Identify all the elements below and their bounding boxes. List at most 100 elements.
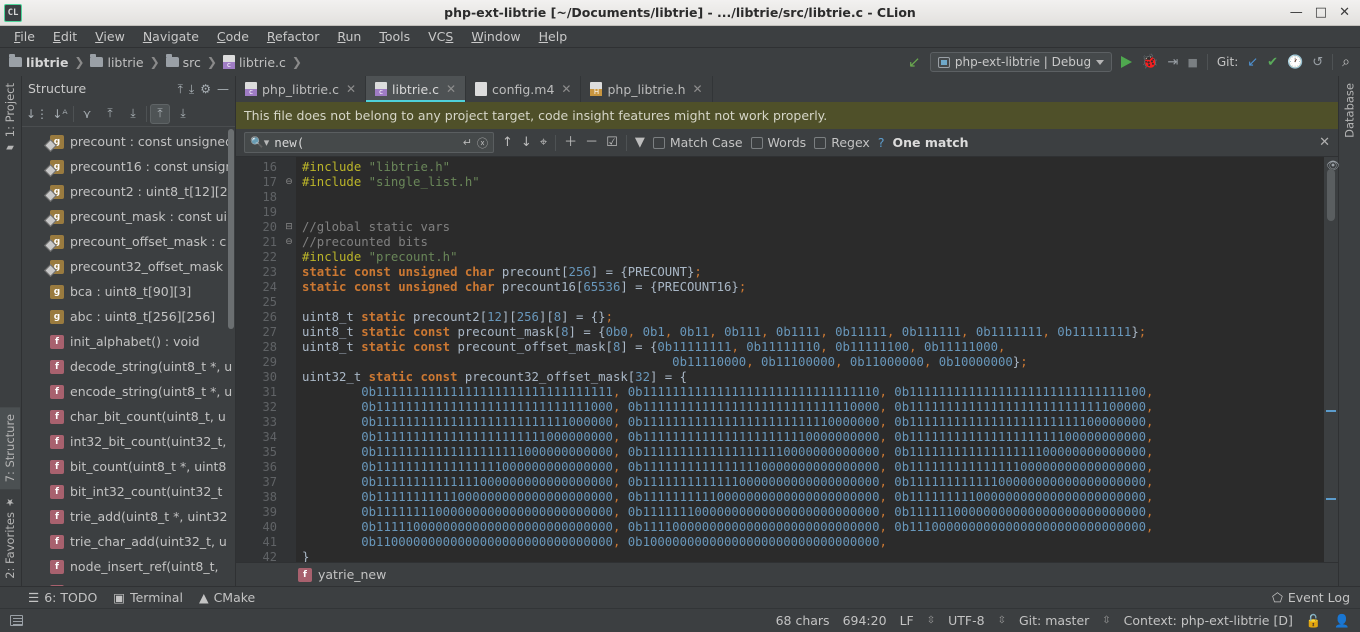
breadcrumb-item-2[interactable]: src	[163, 54, 204, 71]
select-all-icon[interactable]: ☑	[606, 136, 618, 149]
editor-tab-config-m4[interactable]: config.m4 ✕	[466, 76, 582, 102]
menu-item-refactor[interactable]: Refactor	[259, 27, 327, 46]
find-previous-icon[interactable]: ↑	[502, 136, 513, 149]
status-caret-position[interactable]: 694:20	[843, 613, 887, 628]
settings-gear-icon[interactable]: ⚙	[200, 83, 211, 95]
sort-by-visibility-icon[interactable]: ↓⋮	[26, 104, 48, 124]
editor-tab-php-libtrie-h[interactable]: php_libtrie.h ✕	[581, 76, 713, 102]
filter-icon[interactable]: ▼	[635, 136, 645, 149]
regex-help-icon[interactable]: ?	[878, 135, 885, 150]
status-encoding[interactable]: UTF-8	[948, 613, 984, 628]
structure-item[interactable]: f trie_add(uint8_t *, uint32	[22, 504, 235, 529]
vcs-history-icon[interactable]: 🕐	[1287, 56, 1303, 69]
match-case-checkbox[interactable]: Match Case	[652, 135, 743, 150]
structure-item[interactable]: f char_bit_count(uint8_t, u	[22, 404, 235, 429]
breadcrumb-item-1[interactable]: libtrie	[87, 54, 146, 71]
run-configuration-selector[interactable]: php-ext-libtrie | Debug	[929, 52, 1113, 72]
search-dropdown-icon[interactable]: 🔍▾	[250, 136, 269, 149]
structure-item[interactable]: g precount32_offset_mask	[22, 254, 235, 279]
sidebar-item-structure[interactable]: 7: Structure	[0, 406, 20, 490]
maximize-button[interactable]: □	[1315, 6, 1327, 19]
structure-item[interactable]: g precount : const unsigned	[22, 129, 235, 154]
structure-item[interactable]: f node_insert_ref(uint8_t,	[22, 554, 235, 579]
structure-scrollbar[interactable]	[228, 129, 234, 329]
back-arrow-icon[interactable]: ↘	[908, 53, 921, 71]
structure-item[interactable]: g precount_offset_mask : c	[22, 229, 235, 254]
structure-item[interactable]: g precount16 : const unsign	[22, 154, 235, 179]
menu-item-tools[interactable]: Tools	[371, 27, 418, 46]
structure-item[interactable]: g abc : uint8_t[256][256]	[22, 304, 235, 329]
vcs-commit-icon[interactable]: ✔	[1267, 56, 1278, 69]
status-git-branch[interactable]: Git: master	[1019, 613, 1089, 628]
structure-item[interactable]: f init_alphabet() : void	[22, 329, 235, 354]
fold-toggle-icon[interactable]: ⊖	[282, 175, 296, 190]
structure-list[interactable]: g precount : const unsigned g precount16 : …	[22, 127, 235, 586]
close-icon[interactable]: ✕	[446, 82, 456, 96]
menu-item-navigate[interactable]: Navigate	[135, 27, 207, 46]
hide-icon[interactable]: —	[217, 83, 229, 95]
expand-all-icon[interactable]: ⤒	[100, 104, 120, 124]
editor-scrollbar[interactable]: 👁	[1324, 157, 1340, 562]
group-icon[interactable]: ⋎	[77, 104, 97, 124]
regex-checkbox[interactable]: Regex	[814, 135, 870, 150]
autoscroll-from-source-icon[interactable]: ⤓	[173, 104, 193, 124]
menu-item-run[interactable]: Run	[329, 27, 369, 46]
menu-item-view[interactable]: View	[87, 27, 133, 46]
structure-item[interactable]: f node_get_children(childr	[22, 579, 235, 586]
close-icon[interactable]: ✕	[561, 82, 571, 96]
structure-item[interactable]: f decode_string(uint8_t *, u	[22, 354, 235, 379]
collapse-all-icon[interactable]: ⤓	[123, 104, 143, 124]
collapse-all-icon[interactable]: ⤓	[189, 83, 194, 95]
status-line-separator[interactable]: LF	[900, 613, 914, 628]
close-icon[interactable]: ✕	[1319, 135, 1330, 150]
tool-button-todo[interactable]: ☰ 6: TODO	[28, 590, 97, 605]
lock-icon[interactable]: 🔓	[1306, 613, 1322, 629]
structure-item[interactable]: g precount2 : uint8_t[12][2	[22, 179, 235, 204]
menu-item-help[interactable]: Help	[531, 27, 576, 46]
clear-icon[interactable]: ⓧ	[477, 135, 488, 151]
tool-button-terminal[interactable]: ▣ Terminal	[113, 590, 183, 605]
menu-item-edit[interactable]: Edit	[45, 27, 85, 46]
fold-toggle-icon[interactable]: ⊟	[282, 220, 296, 235]
structure-item[interactable]: g bca : uint8_t[90][3]	[22, 279, 235, 304]
attach-debugger-icon[interactable]: ⇥	[1168, 56, 1179, 69]
vcs-update-icon[interactable]: ↙	[1247, 56, 1258, 69]
code-editor[interactable]: 16 17 18 19 20 21 22 23 24 25 26 27 28 29 30 31 32 33 34 35…	[236, 157, 1340, 564]
stop-icon[interactable]: ■	[1187, 57, 1197, 68]
menu-item-code[interactable]: Code	[209, 27, 257, 46]
sidebar-item-favorites[interactable]: 2: Favorites ★	[0, 489, 20, 586]
scrollbar-thumb[interactable]	[1327, 169, 1335, 221]
remove-selection-icon[interactable]: －	[585, 136, 598, 149]
fold-toggle-icon[interactable]: ⊖	[282, 235, 296, 250]
tool-button-cmake[interactable]: ▲ CMake	[199, 590, 255, 605]
inspection-level-icon[interactable]: 👤	[1334, 613, 1350, 629]
menu-item-window[interactable]: Window	[463, 27, 528, 46]
structure-item[interactable]: g precount_mask : const ui	[22, 204, 235, 229]
expand-all-icon[interactable]: ⤒	[178, 83, 183, 95]
structure-item[interactable]: f bit_int32_count(uint32_t	[22, 479, 235, 504]
close-icon[interactable]: ✕	[346, 82, 356, 96]
editor-tab-php-libtrie-c[interactable]: php_libtrie.c ✕	[236, 76, 367, 102]
structure-item[interactable]: f encode_string(uint8_t *, u	[22, 379, 235, 404]
toggle-tool-windows-icon[interactable]	[10, 615, 23, 626]
editor-breadcrumb[interactable]: f yatrie_new	[236, 562, 1338, 586]
close-icon[interactable]: ✕	[693, 82, 703, 96]
tool-button-event-log[interactable]: ⬠ Event Log	[1272, 590, 1360, 605]
sidebar-item-database[interactable]: Database	[1339, 76, 1360, 145]
vcs-rollback-icon[interactable]: ↺	[1312, 56, 1323, 69]
breadcrumb-item-0[interactable]: libtrie	[6, 54, 71, 71]
words-checkbox[interactable]: Words	[750, 135, 806, 150]
code-folding-gutter[interactable]: ⊖ ⊟ ⊖	[282, 157, 296, 562]
search-input[interactable]: 🔍▾ new( ↵ ⓧ	[244, 132, 494, 153]
structure-item[interactable]: f int32_bit_count(uint32_t,	[22, 429, 235, 454]
add-selection-icon[interactable]: ＋	[564, 136, 577, 149]
find-next-icon[interactable]: ↓	[521, 136, 532, 149]
code-content[interactable]: #include "libtrie.h" #include "single_lis…	[296, 157, 1324, 562]
minimize-button[interactable]: —	[1290, 6, 1303, 19]
run-icon[interactable]	[1121, 56, 1133, 68]
structure-item[interactable]: f bit_count(uint8_t *, uint8	[22, 454, 235, 479]
sort-alphabetically-icon[interactable]: ↓ᴬ	[50, 104, 70, 124]
structure-item[interactable]: f trie_char_add(uint32_t, u	[22, 529, 235, 554]
menu-item-file[interactable]: File	[6, 27, 43, 46]
menu-item-vcs[interactable]: VCS	[420, 27, 461, 46]
